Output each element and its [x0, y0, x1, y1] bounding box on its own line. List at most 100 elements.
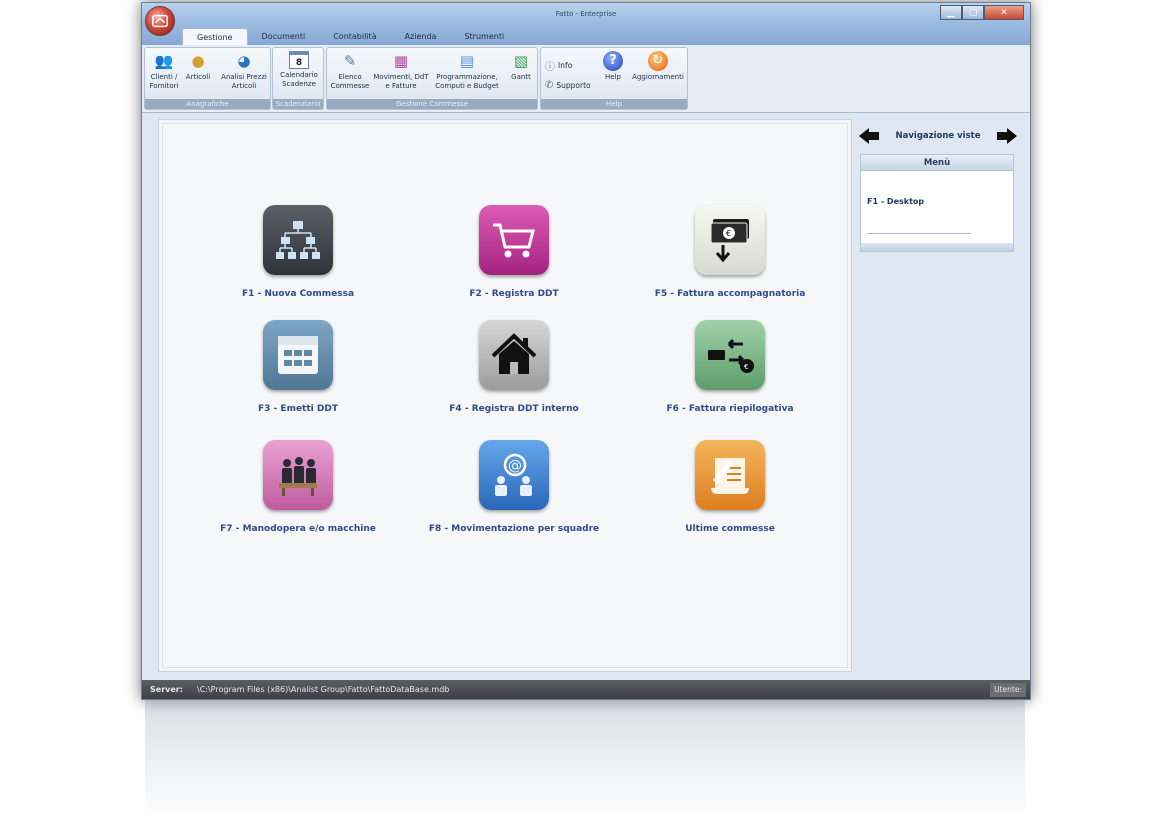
- money-down-icon: €: [695, 205, 765, 275]
- programmazione-button[interactable]: ▤ Programmazione, Computi e Budget: [431, 51, 503, 91]
- document-pen-icon: [695, 440, 765, 510]
- title-bar: Fatto - Enterprise ▁ ▢ ✕ Gestione Docume…: [142, 3, 1030, 45]
- movements-icon: ▦: [393, 52, 409, 70]
- tab-contabilita[interactable]: Contabilità: [319, 28, 390, 45]
- gantt-button[interactable]: ▧ Gantt: [505, 51, 537, 82]
- help-label: Help: [605, 73, 621, 81]
- side-panel: Navigazione viste Menù F1 - Desktop: [858, 119, 1018, 269]
- grid-icon: [263, 320, 333, 390]
- tab-documenti[interactable]: Documenti: [248, 28, 320, 45]
- ribbon-group-anagrafiche: 👥 Clienti / Fornitori ● Articoli ◕ Anali…: [144, 47, 271, 110]
- tile-label: F4 - Registra DDT interno: [449, 404, 579, 414]
- tile-label: F3 - Emetti DDT: [258, 404, 338, 414]
- ribbon-tabs: Gestione Documenti Contabilità Azienda S…: [182, 28, 518, 45]
- help-icon: ?: [603, 51, 623, 71]
- tab-strumenti[interactable]: Strumenti: [450, 28, 518, 45]
- support-icon: ✆: [545, 80, 554, 91]
- window-reflection: [145, 700, 1025, 820]
- tile-fattura-riepilogativa[interactable]: € F6 - Fattura riepilogativa: [610, 320, 850, 414]
- tile-nuova-commessa[interactable]: F1 - Nuova Commessa: [178, 205, 418, 299]
- tile-registra-ddt-interno[interactable]: F4 - Registra DDT interno: [394, 320, 634, 414]
- ribbon-group-label: Anagrafiche: [145, 99, 270, 109]
- house-icon: [479, 320, 549, 390]
- supporto-label: Supporto: [556, 81, 591, 90]
- ribbon-group-help: ⓘ Info ✆ Supporto ? Help ↻ Aggiornamenti…: [540, 47, 688, 110]
- movimenti-label: Movimenti, DdT e Fatture: [373, 73, 429, 90]
- desktop-panel: F1 - Nuova Commessa F2 - Registra DDT € …: [158, 119, 852, 672]
- team-at-icon: @: [479, 440, 549, 510]
- calendar-icon: 8: [289, 51, 309, 69]
- menu-box: Menù F1 - Desktop: [860, 154, 1014, 252]
- view-navigation: Navigazione viste: [858, 119, 1018, 153]
- exchange-icon: €: [695, 320, 765, 390]
- close-icon: ✕: [1000, 7, 1008, 18]
- articoli-button[interactable]: ● Articoli: [183, 51, 213, 82]
- clienti-fornitori-button[interactable]: 👥 Clienti / Fornitori: [147, 51, 181, 91]
- nav-forward-icon[interactable]: [996, 127, 1018, 145]
- tile-ultime-commesse[interactable]: Ultime commesse: [610, 440, 850, 534]
- nav-label: Navigazione viste: [895, 131, 981, 141]
- cart-icon: [479, 205, 549, 275]
- price-analysis-icon: ◕: [237, 52, 251, 70]
- calendario-scadenze-label: Calendario Scadenze: [280, 71, 318, 88]
- articles-icon: ●: [191, 52, 205, 70]
- ribbon-group-scadenziario: 8 Calendario Scadenze Scadenziario: [272, 47, 324, 110]
- ribbon-group-label: Scadenziario: [273, 99, 323, 109]
- tile-label: F8 - Movimentazione per squadre: [428, 524, 600, 534]
- window-title: Fatto - Enterprise: [555, 10, 617, 18]
- menu-title: Menù: [861, 155, 1013, 171]
- tile-label: F7 - Manodopera e/o macchine: [220, 524, 376, 534]
- gantt-icon: ▧: [513, 52, 529, 70]
- minimize-button[interactable]: ▁: [940, 5, 962, 20]
- analisi-prezzi-button[interactable]: ◕ Analisi Prezzi Articoli: [217, 51, 271, 91]
- tile-registra-ddt[interactable]: F2 - Registra DDT: [394, 205, 634, 299]
- clienti-fornitori-label: Clienti / Fornitori: [149, 73, 179, 90]
- tile-emetti-ddt[interactable]: F3 - Emetti DDT: [178, 320, 418, 414]
- desktop-inner: F1 - Nuova Commessa F2 - Registra DDT € …: [162, 123, 848, 668]
- ribbon-group-gestione-commesse: ✎ Elenco Commesse ▦ Movimenti, DdT e Fat…: [326, 47, 538, 110]
- app-window: Fatto - Enterprise ▁ ▢ ✕ Gestione Docume…: [141, 2, 1031, 700]
- tile-label: F6 - Fattura riepilogativa: [666, 404, 794, 414]
- elenco-commesse-button[interactable]: ✎ Elenco Commesse: [329, 51, 371, 91]
- elenco-commesse-label: Elenco Commesse: [330, 73, 370, 90]
- help-button[interactable]: ? Help: [599, 51, 627, 82]
- tile-manodopera[interactable]: F7 - Manodopera e/o macchine: [178, 440, 418, 534]
- menu-footer: [861, 243, 1013, 251]
- tab-azienda[interactable]: Azienda: [391, 28, 451, 45]
- workers-icon: [263, 440, 333, 510]
- tile-label: F2 - Registra DDT: [469, 289, 559, 299]
- screen: Fatto - Enterprise ▁ ▢ ✕ Gestione Docume…: [0, 0, 1172, 837]
- minimize-icon: ▁: [947, 7, 955, 18]
- ribbon-group-label: Gestione Commesse: [327, 99, 537, 109]
- server-label: Server:: [150, 685, 183, 694]
- user-label: Utente:: [990, 683, 1026, 697]
- aggiornamenti-button[interactable]: ↻ Aggiornamenti: [629, 51, 687, 82]
- tile-movimentazione-squadre[interactable]: @ F8 - Movimentazione per squadre: [394, 440, 634, 534]
- maximize-button[interactable]: ▢: [962, 5, 984, 20]
- svg-text:€: €: [744, 363, 748, 371]
- update-icon: ↻: [648, 51, 668, 71]
- people-icon: 👥: [154, 52, 174, 70]
- analisi-prezzi-label: Analisi Prezzi Articoli: [221, 73, 267, 90]
- menu-item-desktop[interactable]: F1 - Desktop: [867, 197, 924, 206]
- articoli-label: Articoli: [185, 73, 211, 81]
- tab-gestione[interactable]: Gestione: [182, 28, 248, 45]
- svg-text:@: @: [508, 458, 522, 474]
- ribbon-group-label: Help: [541, 99, 687, 109]
- movimenti-button[interactable]: ▦ Movimenti, DdT e Fatture: [373, 51, 429, 91]
- database-path: \C:\Program Files (x86)\Analist Group\Fa…: [197, 685, 450, 694]
- tile-fattura-accompagnatoria[interactable]: € F5 - Fattura accompagnatoria: [610, 205, 850, 299]
- hierarchy-icon: [263, 205, 333, 275]
- ribbon: 👥 Clienti / Fornitori ● Articoli ◕ Anali…: [142, 45, 1030, 113]
- calendario-scadenze-button[interactable]: 8 Calendario Scadenze: [275, 51, 323, 89]
- menu-divider: [867, 233, 971, 234]
- supporto-button[interactable]: ✆ Supporto: [545, 80, 591, 91]
- maximize-icon: ▢: [968, 7, 978, 18]
- nav-back-icon[interactable]: [858, 127, 880, 145]
- svg-text:€: €: [726, 229, 731, 238]
- info-button[interactable]: ⓘ Info: [545, 58, 572, 73]
- close-button[interactable]: ✕: [984, 5, 1024, 20]
- programmazione-label: Programmazione, Computi e Budget: [435, 73, 499, 90]
- aggiornamenti-label: Aggiornamenti: [632, 73, 684, 81]
- planning-icon: ▤: [459, 52, 475, 70]
